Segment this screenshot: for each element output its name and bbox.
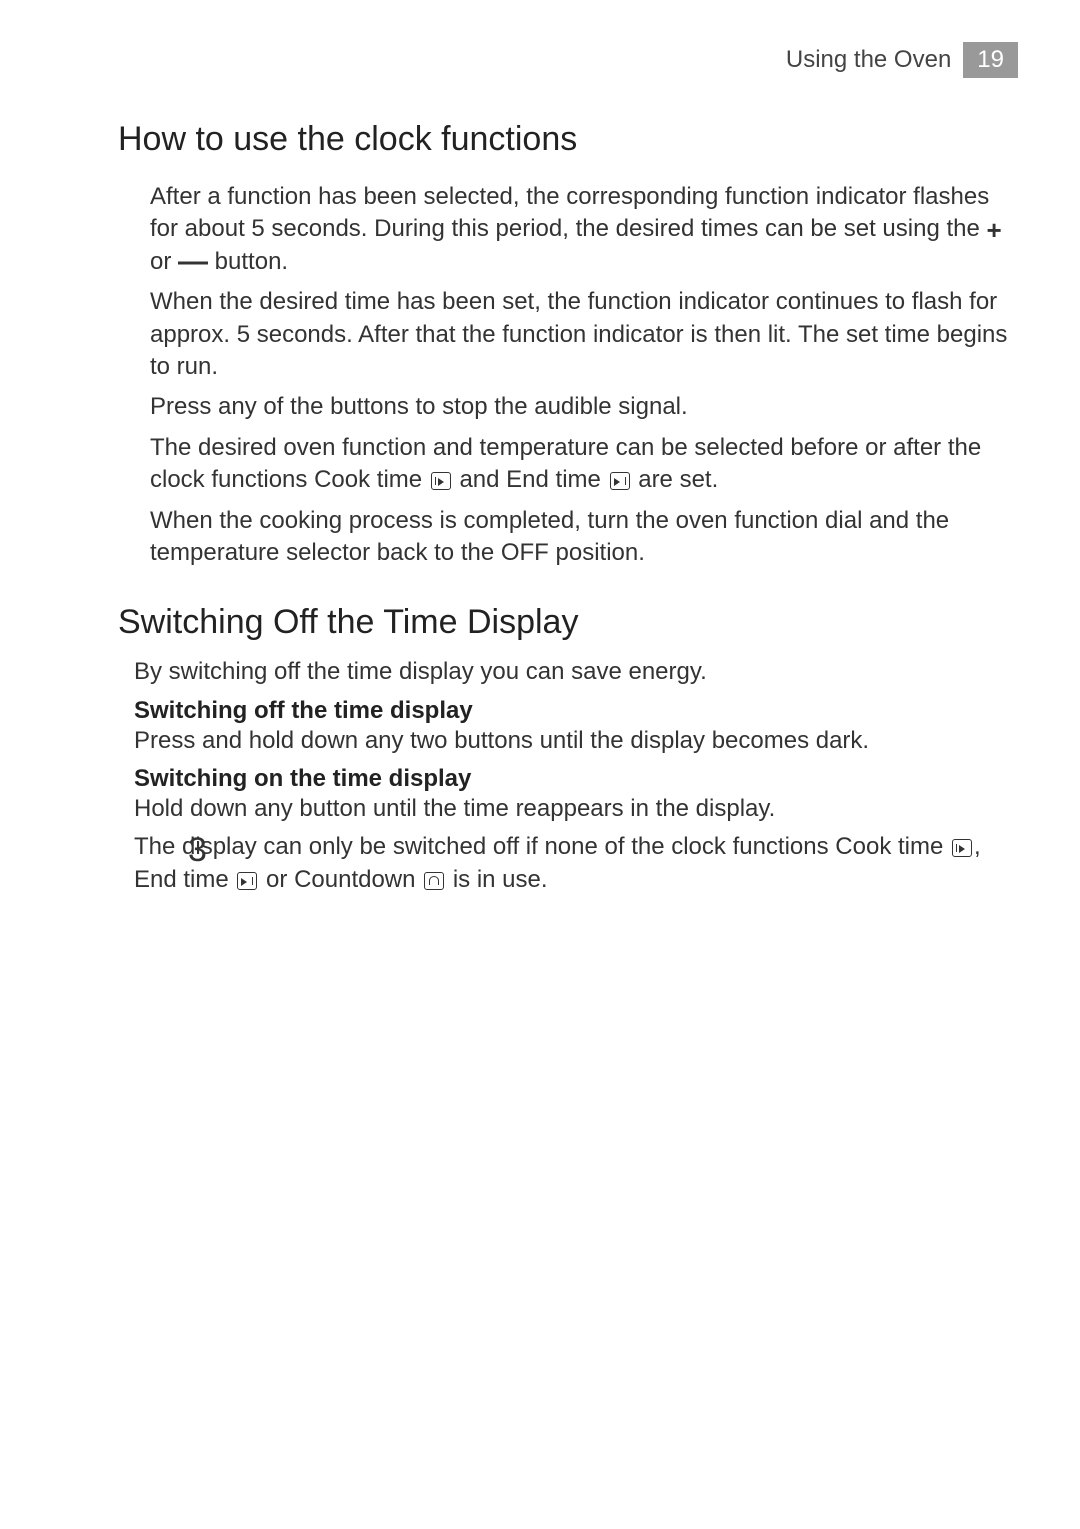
page-content: How to use the clock functions After a f… — [130, 120, 1018, 902]
paragraph: The desired oven function and temperatur… — [150, 432, 1018, 497]
text-span: button. — [208, 248, 288, 275]
paragraph-block: When the cooking process is completed, t… — [130, 505, 1018, 570]
text-span: The display can only be switched off if … — [134, 833, 950, 860]
text-span: are set. — [632, 466, 719, 493]
paragraph: By switching off the time display you ca… — [134, 656, 1018, 688]
note-row: 3 The display can only be switched off i… — [130, 831, 1018, 896]
paragraph: Hold down any button until the time reap… — [134, 793, 1018, 825]
paragraph: After a function has been selected, the … — [150, 181, 1018, 278]
text-span: is in use. — [446, 866, 547, 893]
text-span: or Countdown — [259, 866, 422, 893]
paragraph-block: After a function has been selected, the … — [130, 181, 1018, 278]
subheading-switch-on: Switching on the time display — [134, 765, 1018, 793]
paragraph: When the desired time has been set, the … — [150, 286, 1018, 383]
header-title: Using the Oven — [786, 46, 951, 74]
paragraph: When the cooking process is completed, t… — [150, 505, 1018, 570]
paragraph: Press any of the buttons to stop the aud… — [150, 391, 1018, 423]
note-number: 3 — [188, 831, 207, 870]
subheading-switch-off: Switching off the time display — [134, 697, 1018, 725]
paragraph-block: Press any of the buttons to stop the aud… — [130, 391, 1018, 423]
section-heading-clock-functions: How to use the clock functions — [118, 120, 1018, 159]
cook-time-icon — [952, 839, 972, 857]
paragraph: Press and hold down any two buttons unti… — [134, 725, 1018, 757]
text-span: After a function has been selected, the … — [150, 183, 989, 242]
text-span: or — [150, 248, 178, 275]
section-heading-time-display: Switching Off the Time Display — [118, 603, 1018, 642]
paragraph-block: When the desired time has been set, the … — [130, 286, 1018, 383]
paragraph: The display can only be switched off if … — [134, 831, 1018, 896]
countdown-icon — [424, 872, 444, 890]
paragraph-block: The desired oven function and temperatur… — [130, 432, 1018, 497]
text-span: and End time — [453, 466, 608, 493]
page-number: 19 — [963, 42, 1018, 78]
end-time-icon — [237, 872, 257, 890]
cook-time-icon — [431, 472, 451, 490]
end-time-icon — [610, 472, 630, 490]
page-header: Using the Oven 19 — [786, 42, 1018, 78]
